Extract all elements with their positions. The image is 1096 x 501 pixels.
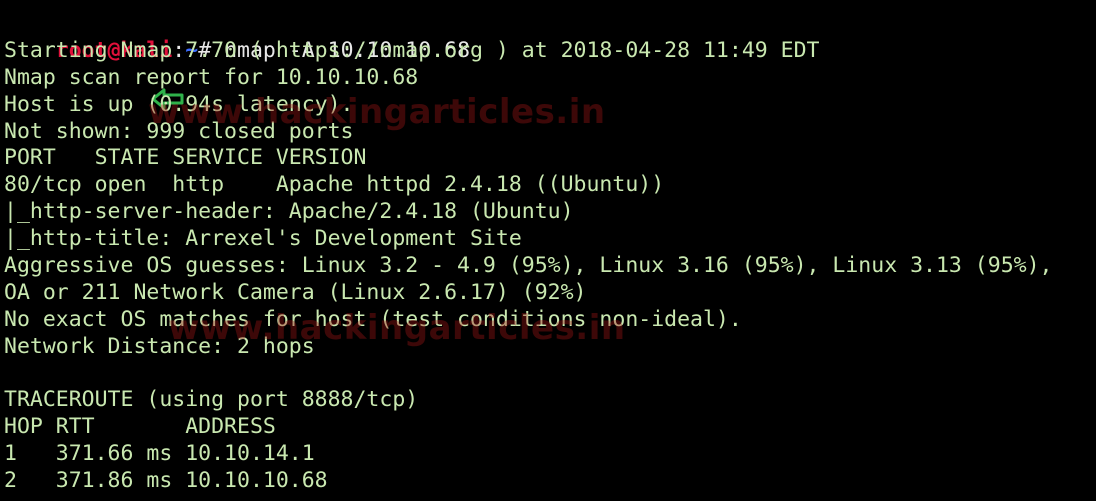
command-output: Starting Nmap 7.70 ( https://nmap.org ) … <box>4 38 1096 495</box>
output-line: Aggressive OS guesses: Linux 3.2 - 4.9 (… <box>4 253 1053 279</box>
output-line: 1 371.66 ms 10.10.14.1 <box>4 441 315 467</box>
output-line: 80/tcp open http Apache httpd 2.4.18 ((U… <box>4 172 665 198</box>
output-line: PORT STATE SERVICE VERSION <box>4 145 367 171</box>
output-line: HOP RTT ADDRESS <box>4 414 276 440</box>
output-line: Nmap scan report for 10.10.10.68 <box>4 64 419 90</box>
output-line: No exact OS matches for host (test condi… <box>4 306 742 332</box>
output-line: Starting Nmap 7.70 ( https://nmap.org ) … <box>4 37 820 63</box>
output-line: |_http-server-header: Apache/2.4.18 (Ubu… <box>4 199 574 225</box>
command-prompt-line: root@kali:~# nmap -A 10.10.10.68 <box>4 11 1096 110</box>
output-line: TRACEROUTE (using port 8888/tcp) <box>4 387 419 413</box>
output-line: Host is up (0.94s latency). <box>4 91 354 117</box>
output-line: Not shown: 999 closed ports <box>4 118 354 144</box>
output-line: |_http-title: Arrexel's Development Site <box>4 226 522 252</box>
output-line: Network Distance: 2 hops <box>4 333 315 359</box>
output-line: 2 371.86 ms 10.10.10.68 <box>4 468 328 494</box>
output-line: OA or 211 Network Camera (Linux 2.6.17) … <box>4 279 587 305</box>
terminal-window[interactable]: root@kali:~# nmap -A 10.10.10.68 Startin… <box>0 0 1096 501</box>
